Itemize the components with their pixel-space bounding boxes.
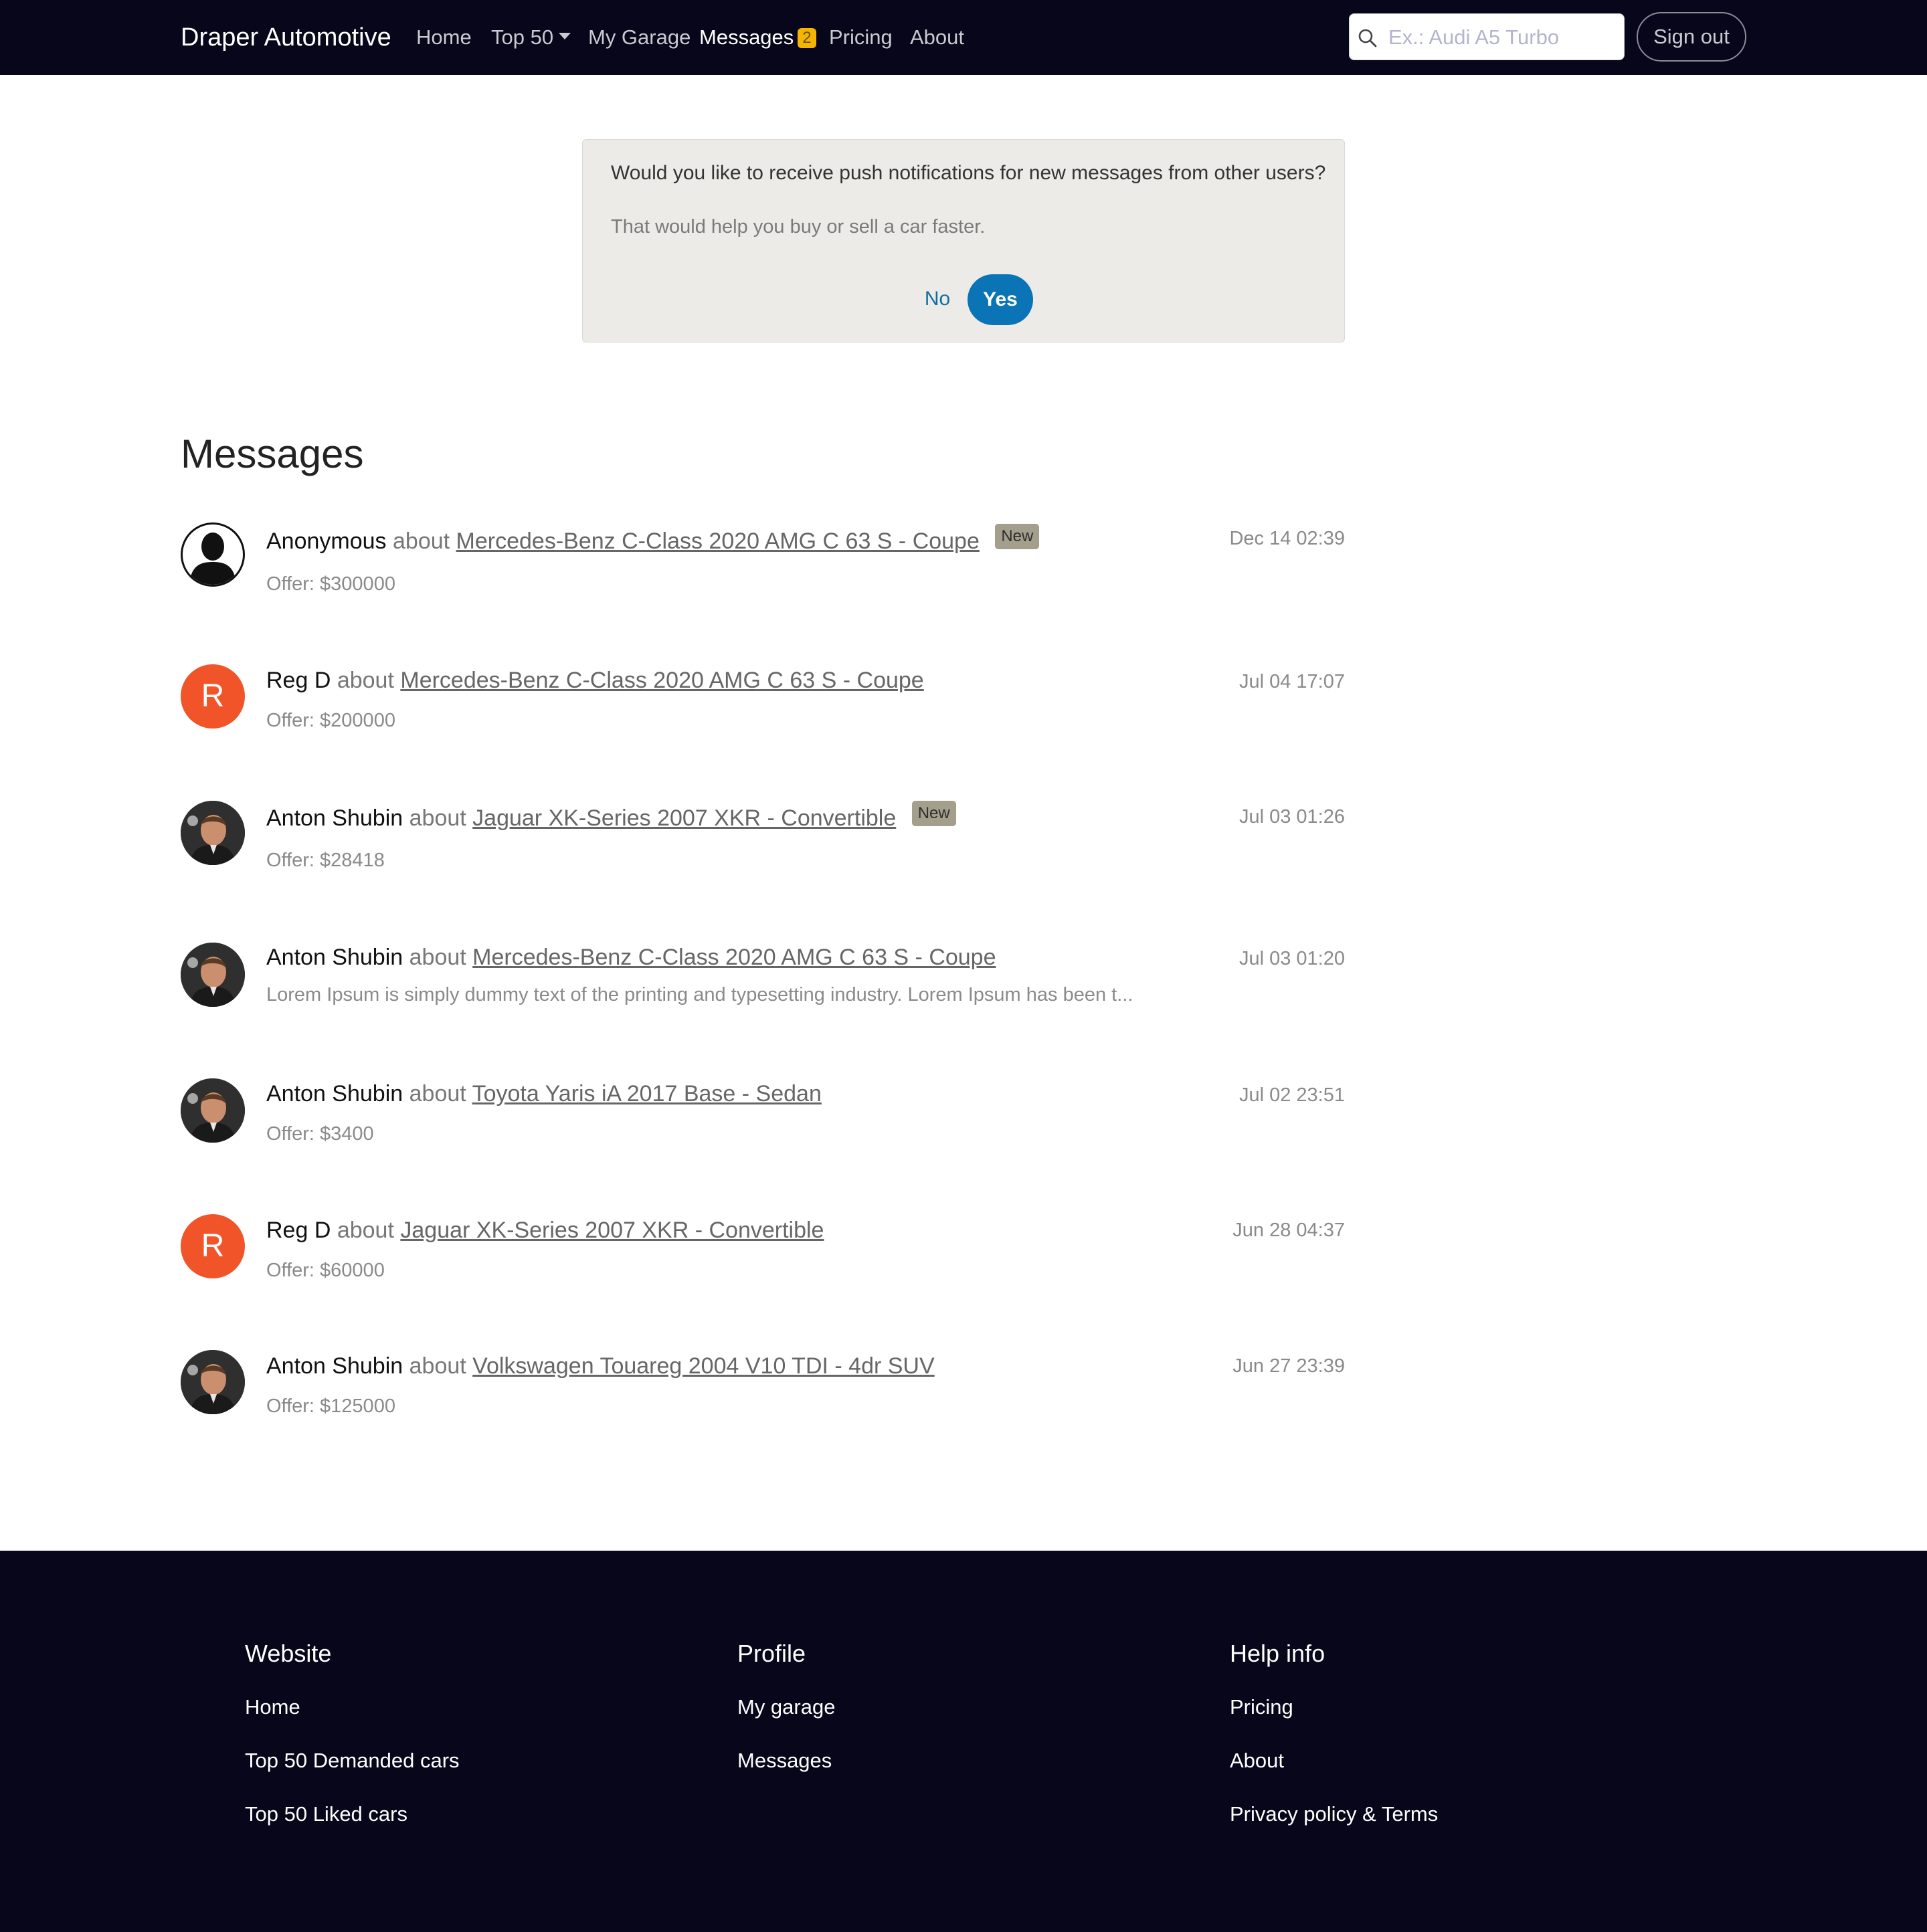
sender-name: Anton Shubin	[266, 945, 403, 970]
navbar: Draper Automotive Home Top 50 My Garage …	[0, 0, 1927, 75]
footer-profile-column: Profile My garage Messages	[737, 1636, 835, 1798]
sign-out-button[interactable]: Sign out	[1637, 12, 1746, 62]
message-date: Jun 27 23:39	[1232, 1355, 1345, 1377]
nav-pricing[interactable]: Pricing	[829, 21, 893, 54]
push-notification-prompt: Would you like to receive push notificat…	[582, 139, 1345, 343]
search-box	[1349, 13, 1625, 60]
car-link[interactable]: Jaguar XK-Series 2007 XKR - Convertible	[472, 805, 896, 831]
message-item[interactable]: Anton Shubin about Mercedes-Benz C-Class…	[181, 943, 1345, 1023]
message-preview: Lorem Ipsum is simply dummy text of the …	[266, 984, 1133, 1005]
no-button[interactable]: No	[911, 275, 964, 323]
sender-name: Reg D	[266, 1218, 331, 1243]
message-offer: Offer: $60000	[266, 1260, 385, 1281]
footer-profile-title: Profile	[737, 1640, 806, 1667]
sender-name: Anton Shubin	[266, 1353, 403, 1379]
message-date: Dec 14 02:39	[1229, 528, 1345, 549]
sender-name: Anton Shubin	[266, 805, 403, 831]
footer-link-messages[interactable]: Messages	[737, 1745, 835, 1777]
message-date: Jun 28 04:37	[1232, 1220, 1345, 1241]
prompt-subtext: That would help you buy or sell a car fa…	[611, 216, 986, 237]
nav-top50-dropdown[interactable]: Top 50	[491, 21, 571, 54]
car-link[interactable]: Mercedes-Benz C-Class 2020 AMG C 63 S - …	[472, 945, 996, 970]
user-photo-avatar	[181, 1350, 245, 1414]
sender-name: Anton Shubin	[266, 1081, 403, 1106]
nav-about[interactable]: About	[910, 21, 964, 54]
footer-website-title: Website	[245, 1640, 332, 1667]
about-word: about	[337, 1218, 394, 1243]
new-badge: New	[995, 524, 1040, 549]
messages-count-badge: 2	[798, 27, 816, 48]
message-offer: Offer: $125000	[266, 1395, 395, 1417]
footer-website-column: Website Home Top 50 Demanded cars Top 50…	[245, 1636, 460, 1852]
car-link[interactable]: Jaguar XK-Series 2007 XKR - Convertible	[400, 1218, 824, 1243]
message-date: Jul 03 01:26	[1238, 806, 1345, 828]
message-date: Jul 02 23:51	[1238, 1084, 1345, 1106]
search-icon	[1358, 29, 1377, 47]
message-offer: Offer: $300000	[266, 573, 395, 595]
yes-button[interactable]: Yes	[968, 274, 1033, 325]
about-word: about	[409, 805, 466, 831]
user-photo-avatar	[181, 801, 245, 865]
message-item[interactable]: R Reg D about Mercedes-Benz C-Class 2020…	[181, 664, 1345, 745]
car-link[interactable]: Volkswagen Touareg 2004 V10 TDI - 4dr SU…	[472, 1353, 935, 1379]
chevron-down-icon	[559, 32, 571, 39]
message-item[interactable]: Anton Shubin about Toyota Yaris iA 2017 …	[181, 1078, 1345, 1159]
about-word: about	[337, 668, 394, 693]
message-item[interactable]: Anonymous about Mercedes-Benz C-Class 20…	[181, 522, 1345, 603]
footer-link-home[interactable]: Home	[245, 1691, 460, 1723]
message-item[interactable]: Anton Shubin about Jaguar XK-Series 2007…	[181, 801, 1345, 881]
message-offer: Offer: $200000	[266, 710, 395, 731]
nav-my-garage[interactable]: My Garage	[588, 21, 691, 54]
car-link[interactable]: Toyota Yaris iA 2017 Base - Sedan	[472, 1081, 822, 1106]
user-photo-avatar	[181, 1078, 245, 1143]
footer-link-my-garage[interactable]: My garage	[737, 1691, 835, 1723]
about-word: about	[409, 945, 466, 970]
nav-home[interactable]: Home	[416, 21, 472, 54]
message-item[interactable]: R Reg D about Jaguar XK-Series 2007 XKR …	[181, 1214, 1345, 1294]
footer-link-top50-liked[interactable]: Top 50 Liked cars	[245, 1798, 460, 1830]
message-date: Jul 03 01:20	[1238, 948, 1345, 969]
sender-name: Anonymous	[266, 528, 387, 554]
sender-name: Reg D	[266, 668, 331, 693]
message-offer: Offer: $3400	[266, 1123, 374, 1145]
nav-messages-label: Messages	[699, 25, 794, 49]
nav-top50-label: Top 50	[491, 25, 554, 49]
car-link[interactable]: Mercedes-Benz C-Class 2020 AMG C 63 S - …	[400, 668, 923, 693]
prompt-question: Would you like to receive push notificat…	[611, 162, 1326, 184]
footer-link-pricing[interactable]: Pricing	[1230, 1691, 1438, 1723]
avatar-letter: R	[181, 1214, 245, 1278]
footer-help-column: Help info Pricing About Privacy policy &…	[1230, 1636, 1438, 1852]
user-photo-avatar	[181, 943, 245, 1007]
search-input[interactable]	[1387, 19, 1617, 56]
brand-logo[interactable]: Draper Automotive	[181, 19, 391, 56]
footer: Website Home Top 50 Demanded cars Top 50…	[0, 1551, 1927, 1932]
car-link[interactable]: Mercedes-Benz C-Class 2020 AMG C 63 S - …	[456, 528, 980, 554]
page-title: Messages	[181, 431, 364, 476]
message-date: Jul 04 17:07	[1238, 671, 1345, 692]
footer-help-title: Help info	[1230, 1640, 1325, 1667]
footer-link-top50-demanded[interactable]: Top 50 Demanded cars	[245, 1745, 460, 1777]
footer-link-about[interactable]: About	[1230, 1745, 1438, 1777]
avatar-letter: R	[181, 664, 245, 729]
message-item[interactable]: Anton Shubin about Volkswagen Touareg 20…	[181, 1350, 1345, 1430]
about-word: about	[393, 528, 450, 554]
about-word: about	[409, 1353, 466, 1379]
about-word: about	[409, 1081, 466, 1106]
new-badge: New	[911, 801, 956, 826]
footer-link-privacy[interactable]: Privacy policy & Terms	[1230, 1798, 1438, 1830]
anonymous-avatar-icon	[181, 522, 245, 587]
nav-messages[interactable]: Messages 2	[699, 21, 816, 54]
message-offer: Offer: $28418	[266, 850, 385, 871]
